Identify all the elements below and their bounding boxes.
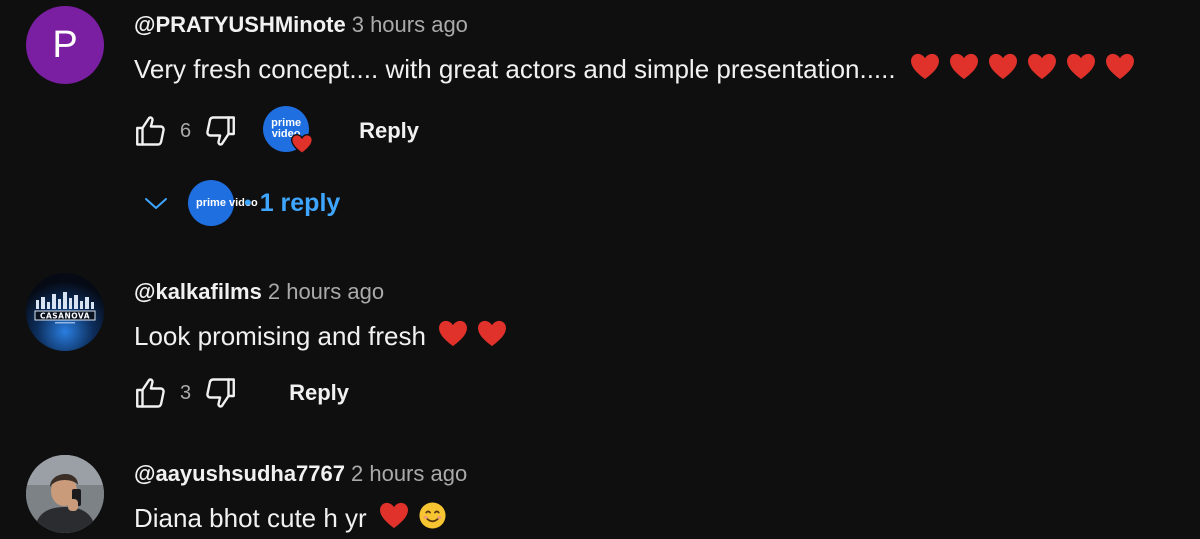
replier-avatar: prime video (188, 180, 258, 226)
comment-text: Very fresh concept.... with great actors… (134, 51, 1135, 89)
casanova-logo-icon: CASANOVA (26, 273, 104, 351)
comment-actions: 3 Reply (130, 373, 349, 413)
avatar[interactable]: CASANOVA (26, 273, 104, 351)
avatar[interactable]: P (26, 6, 104, 84)
like-count: 3 (180, 381, 192, 404)
like-button[interactable] (130, 373, 170, 413)
creator-heart[interactable]: prime video (263, 106, 314, 156)
reply-button[interactable]: Reply (359, 118, 419, 144)
chevron-down-icon (145, 198, 167, 209)
comment-body: Look promising and fresh (134, 321, 426, 351)
like-button[interactable] (130, 111, 170, 151)
red-heart-icon (910, 53, 940, 89)
comment-body: Very fresh concept.... with great actors… (134, 54, 896, 84)
red-heart-icon (379, 502, 409, 538)
avatar-text: CASANOVA (40, 312, 90, 321)
comment-time[interactable]: 2 hours ago (351, 461, 467, 486)
prime-video-logo: prime video (196, 196, 258, 209)
comment-time[interactable]: 3 hours ago (352, 12, 468, 37)
thumbs-up-icon (136, 116, 165, 146)
author-name[interactable]: @aayushsudha7767 (134, 461, 345, 486)
avatar-letter: P (52, 23, 78, 66)
dislike-button[interactable] (201, 373, 241, 413)
author-name[interactable]: @kalkafilms (134, 279, 262, 304)
heart-icon (291, 134, 314, 154)
red-heart-icon (438, 320, 468, 356)
dislike-button[interactable] (201, 111, 241, 151)
comment-header: @PRATYUSHMinote 3 hours ago (134, 10, 468, 43)
like-count: 6 (180, 119, 192, 142)
user-photo-icon (26, 455, 104, 533)
view-replies-button[interactable]: prime video • 1 reply (142, 178, 340, 228)
avatar[interactable] (26, 455, 104, 533)
comment-text: Diana bhot cute h yr (134, 500, 447, 539)
red-heart-icon (949, 53, 979, 89)
author-name[interactable]: @PRATYUSHMinote (134, 12, 346, 37)
red-heart-icon (988, 53, 1018, 89)
red-heart-icon (1027, 53, 1057, 89)
comment-header: @aayushsudha7767 2 hours ago (134, 459, 467, 492)
comment-time[interactable]: 2 hours ago (268, 279, 384, 304)
thumbs-down-icon (206, 116, 236, 146)
red-heart-icon (1066, 53, 1096, 89)
thumbs-up-icon (136, 378, 165, 408)
comment-body: Diana bhot cute h yr (134, 503, 367, 533)
comment-header: @kalkafilms 2 hours ago (134, 277, 384, 310)
red-heart-icon (477, 320, 507, 356)
comment-text: Look promising and fresh (134, 318, 507, 356)
replies-count: 1 reply (259, 188, 341, 217)
red-heart-icon (1105, 53, 1135, 89)
smiling-face-icon (418, 501, 447, 539)
separator-dot: • (244, 190, 252, 215)
reply-button[interactable]: Reply (289, 380, 349, 406)
comment-actions: 6 prime video Reply (130, 106, 419, 154)
thumbs-down-icon (206, 378, 236, 408)
